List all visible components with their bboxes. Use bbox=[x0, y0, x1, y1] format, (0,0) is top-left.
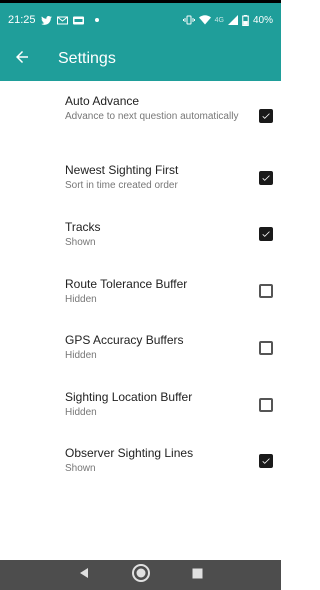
newest-sighting-first-checkbox[interactable] bbox=[259, 171, 273, 185]
twitter-icon bbox=[40, 15, 52, 25]
battery-icon bbox=[242, 14, 249, 26]
setting-subtitle: Shown bbox=[65, 237, 96, 248]
setting-subtitle: Hidden bbox=[65, 294, 97, 305]
mail-icon bbox=[56, 16, 68, 25]
page-title: Settings bbox=[58, 50, 116, 67]
notification-app-icon bbox=[72, 16, 84, 25]
system-nav-bar bbox=[0, 560, 281, 590]
observer-sighting-lines-checkbox[interactable] bbox=[259, 454, 273, 468]
checkmark-icon bbox=[262, 113, 270, 119]
battery-level: 40% bbox=[252, 14, 273, 26]
tracks-checkbox[interactable] bbox=[259, 227, 273, 241]
nav-back-icon bbox=[78, 566, 90, 584]
setting-title: Newest Sighting First bbox=[65, 163, 179, 177]
setting-subtitle: Hidden bbox=[65, 407, 97, 418]
nav-recents-button[interactable] bbox=[186, 563, 210, 587]
status-time: 21:25 bbox=[8, 14, 36, 26]
arrow-left-icon bbox=[13, 48, 31, 71]
signal-icon bbox=[227, 15, 238, 25]
setting-auto-advance[interactable]: Auto Advance Advance to next question au… bbox=[0, 94, 281, 150]
setting-gps-accuracy-buffers[interactable]: GPS Accuracy Buffers Hidden bbox=[0, 333, 281, 389]
setting-title: GPS Accuracy Buffers bbox=[65, 333, 184, 347]
setting-route-tolerance-buffer[interactable]: Route Tolerance Buffer Hidden bbox=[0, 277, 281, 333]
setting-tracks[interactable]: Tracks Shown bbox=[0, 220, 281, 276]
setting-title: Tracks bbox=[65, 220, 101, 234]
network-type: 4G bbox=[214, 16, 224, 24]
sighting-location-buffer-checkbox[interactable] bbox=[259, 398, 273, 412]
checkmark-icon bbox=[262, 231, 270, 237]
auto-advance-checkbox[interactable] bbox=[259, 109, 273, 123]
nav-back-button[interactable] bbox=[72, 563, 96, 587]
gps-accuracy-buffers-checkbox[interactable] bbox=[259, 341, 273, 355]
app-bar: Settings bbox=[0, 37, 281, 81]
setting-title: Route Tolerance Buffer bbox=[65, 277, 188, 291]
setting-title: Auto Advance bbox=[65, 94, 140, 108]
vibrate-icon bbox=[182, 15, 195, 25]
setting-newest-sighting-first[interactable]: Newest Sighting First Sort in time creat… bbox=[0, 163, 281, 219]
route-tolerance-buffer-checkbox[interactable] bbox=[259, 284, 273, 298]
wifi-icon bbox=[198, 15, 211, 25]
setting-subtitle: Sort in time created order bbox=[65, 180, 178, 191]
setting-subtitle: Hidden bbox=[65, 350, 97, 361]
setting-observer-sighting-lines[interactable]: Observer Sighting Lines Shown bbox=[0, 446, 281, 502]
back-button[interactable] bbox=[0, 37, 44, 81]
setting-title: Sighting Location Buffer bbox=[65, 390, 193, 404]
nav-home-button[interactable] bbox=[129, 563, 153, 587]
setting-subtitle: Advance to next question automatically bbox=[65, 111, 239, 122]
status-bar: 21:25 4G 40% bbox=[0, 3, 281, 37]
nav-home-icon bbox=[131, 563, 151, 588]
setting-title: Observer Sighting Lines bbox=[65, 446, 194, 460]
more-notifications-dot bbox=[94, 18, 99, 22]
checkmark-icon bbox=[262, 175, 270, 181]
nav-recents-icon bbox=[192, 566, 203, 584]
setting-subtitle: Shown bbox=[65, 463, 96, 474]
setting-sighting-location-buffer[interactable]: Sighting Location Buffer Hidden bbox=[0, 390, 281, 446]
checkmark-icon bbox=[262, 458, 270, 464]
